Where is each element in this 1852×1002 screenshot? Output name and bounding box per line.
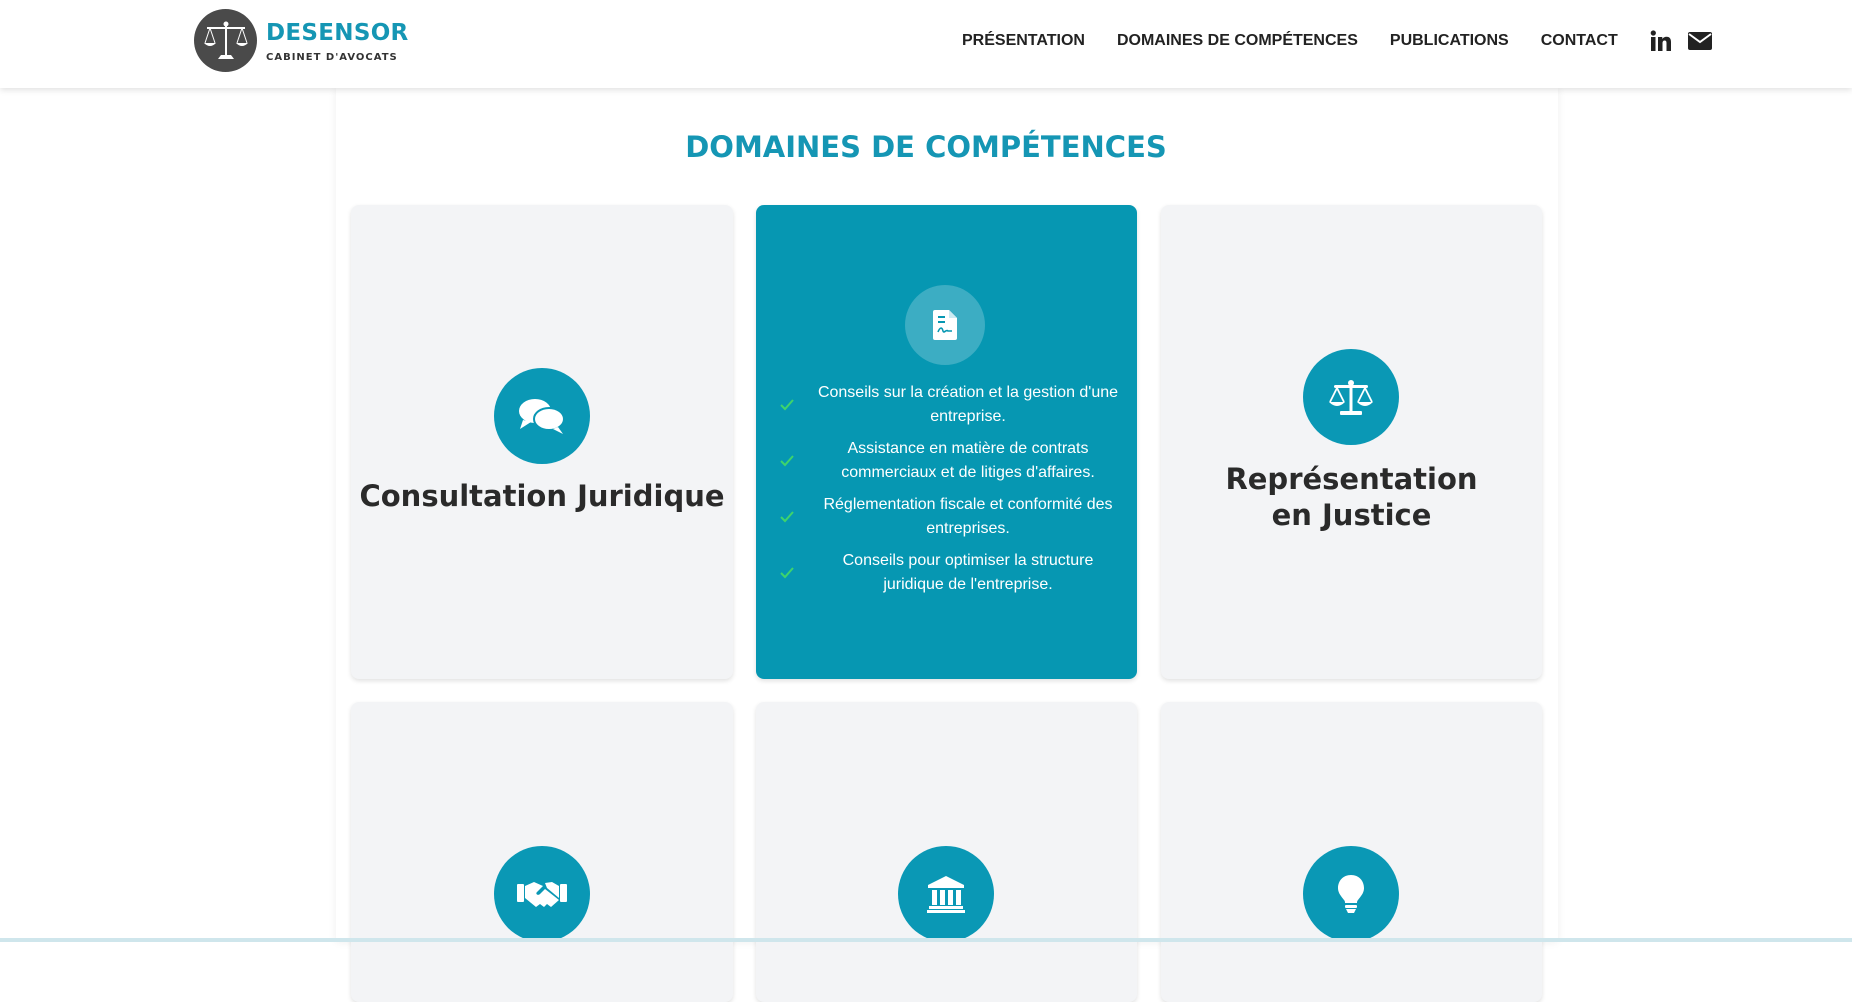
list-item: Réglementation fiscale et conformité des… — [776, 493, 1120, 541]
nav-publications[interactable]: PUBLICATIONS — [1390, 32, 1509, 50]
brand-logo[interactable]: DESENSOR CABINET D'AVOCATS — [194, 9, 409, 72]
card-droit-des-affaires[interactable]: Conseils sur la création et la gestion d… — [756, 205, 1137, 679]
card-title: Représentation en Justice — [1225, 462, 1478, 532]
envelope-icon[interactable] — [1687, 31, 1712, 51]
scale-balanced-icon — [1303, 349, 1399, 445]
nav-presentation[interactable]: PRÉSENTATION — [962, 32, 1085, 50]
lightbulb-icon — [1303, 846, 1399, 942]
list-item: Conseils sur la création et la gestion d… — [776, 381, 1120, 429]
card-negociation[interactable] — [351, 702, 733, 1002]
card-representation-justice[interactable]: Représentation en Justice — [1161, 205, 1542, 679]
check-icon — [780, 567, 794, 579]
list-item: Assistance en matière de contrats commer… — [776, 437, 1120, 485]
card-title: Consultation Juridique — [359, 479, 725, 513]
landmark-icon — [898, 846, 994, 942]
section-title: DOMAINES DE COMPÉTENCES — [685, 130, 1167, 164]
scroll-indicator — [0, 938, 1852, 942]
nav-domaines[interactable]: DOMAINES DE COMPÉTENCES — [1117, 32, 1358, 50]
card-propriete-intellectuelle[interactable] — [1161, 702, 1542, 1002]
card-consultation-juridique[interactable]: Consultation Juridique — [351, 205, 733, 679]
comments-icon — [494, 368, 590, 464]
file-signature-icon — [905, 285, 985, 365]
brand-subtitle: CABINET D'AVOCATS — [266, 51, 398, 63]
services-list: Conseils sur la création et la gestion d… — [776, 381, 1120, 605]
handshake-icon — [494, 846, 590, 942]
check-icon — [780, 455, 794, 467]
main-nav: PRÉSENTATION DOMAINES DE COMPÉTENCES PUB… — [962, 30, 1712, 52]
linkedin-icon[interactable] — [1650, 30, 1672, 52]
list-item: Conseils pour optimiser la structure jur… — [776, 549, 1120, 597]
nav-contact[interactable]: CONTACT — [1541, 32, 1618, 50]
brand-name: DESENSOR — [266, 19, 409, 46]
site-header: DESENSOR CABINET D'AVOCATS PRÉSENTATION … — [0, 0, 1852, 88]
check-icon — [780, 399, 794, 411]
card-droit-public[interactable] — [756, 702, 1137, 1002]
scales-icon — [194, 9, 257, 72]
check-icon — [780, 511, 794, 523]
